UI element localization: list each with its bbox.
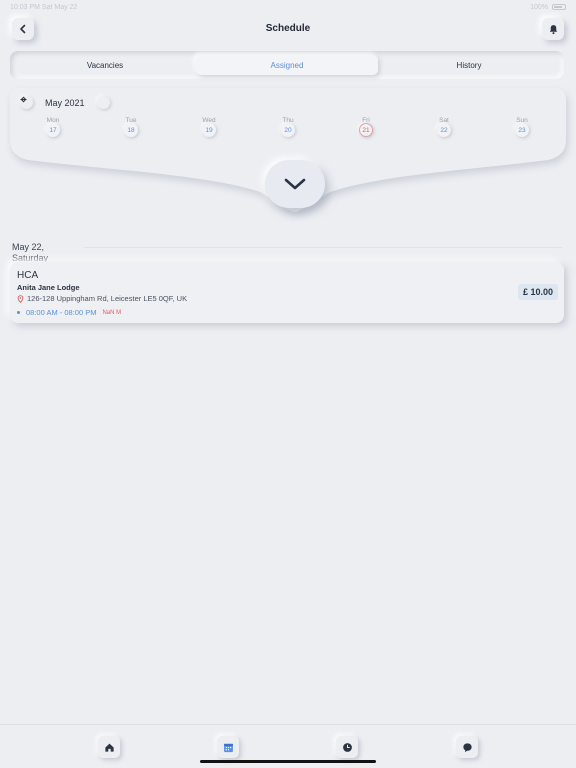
home-icon [104, 743, 114, 752]
notifications-button[interactable] [542, 18, 564, 40]
location-pin-icon [17, 294, 24, 303]
tab-vacancies[interactable]: Vacancies [14, 55, 196, 75]
day-thu: Thu 20 [276, 116, 300, 137]
time-row: 08:00 AM - 08:00 PM NaN M [17, 308, 121, 317]
day-mon: Mon 17 [41, 116, 65, 137]
day-number[interactable]: 19 [202, 123, 216, 137]
date-line-1: May 22, [12, 242, 45, 252]
duration-tag: NaN M [102, 309, 122, 316]
tab-assigned[interactable]: Assigned [196, 55, 378, 75]
battery-icon [552, 4, 566, 10]
address-text: 126-128 Uppingham Rd, Leicester LE5 0QF,… [27, 294, 188, 303]
day-wed: Wed 19 [197, 116, 221, 137]
day-tue: Tue 18 [119, 116, 143, 137]
day-sun: Sun 23 [510, 116, 534, 137]
arrow-right-icon [20, 96, 27, 103]
status-bar: 10:03 PM Sat May 22 100% [0, 0, 576, 14]
month-label: May 2021 [45, 97, 85, 108]
header: Schedule [0, 18, 576, 42]
day-name: Sun [516, 117, 528, 124]
price-badge: £ 10.00 [517, 284, 558, 300]
day-fri: Fri 21 [354, 116, 378, 137]
clock-icon [342, 742, 352, 752]
day-name: Thu [282, 117, 294, 124]
shift-role: HCA [17, 270, 39, 281]
status-indicators: 100% [530, 4, 566, 11]
month-navigator: May 2021 [20, 96, 110, 109]
expand-calendar-button[interactable] [265, 160, 325, 208]
chevron-down-icon [284, 178, 306, 190]
shift-time: 08:00 AM - 08:00 PM [26, 308, 97, 317]
day-number[interactable]: 22 [437, 123, 451, 137]
nav-history-button[interactable] [336, 736, 358, 758]
day-number[interactable]: 23 [515, 123, 529, 137]
schedule-date-heading: May 22, Saturday [12, 242, 48, 264]
nav-home-button[interactable] [98, 736, 120, 758]
tab-history[interactable]: History [378, 55, 560, 75]
nav-chat-button[interactable] [456, 736, 478, 758]
facility-name: Anita Jane Lodge [17, 283, 80, 292]
divider [84, 247, 562, 248]
day-number-today[interactable]: 21 [359, 123, 373, 137]
nav-calendar-button[interactable] [217, 736, 239, 758]
day-name: Fri [362, 117, 370, 124]
calendar-icon [223, 743, 233, 752]
time-dot-icon [17, 311, 20, 314]
day-name: Tue [125, 117, 137, 124]
address-row: 126-128 Uppingham Rd, Leicester LE5 0QF,… [17, 294, 187, 303]
day-name: Mon [46, 117, 60, 124]
page-title: Schedule [265, 23, 311, 34]
next-month-button[interactable] [20, 96, 110, 109]
day-number[interactable]: 18 [124, 123, 138, 137]
chat-icon [462, 742, 472, 752]
day-sat: Sat 22 [432, 116, 456, 137]
day-name: Wed [202, 117, 216, 124]
segment-tabs: Vacancies Assigned History [10, 51, 564, 79]
day-name: Sat [439, 117, 449, 124]
status-time: 10:03 PM Sat May 22 [10, 3, 78, 11]
home-indicator [200, 760, 376, 763]
day-number[interactable]: 17 [46, 123, 60, 137]
day-number[interactable]: 20 [281, 123, 295, 137]
battery-percent: 100% [530, 3, 548, 11]
bell-icon [549, 24, 557, 34]
shift-card[interactable]: HCA Anita Jane Lodge 126-128 Uppingham R… [10, 262, 564, 323]
